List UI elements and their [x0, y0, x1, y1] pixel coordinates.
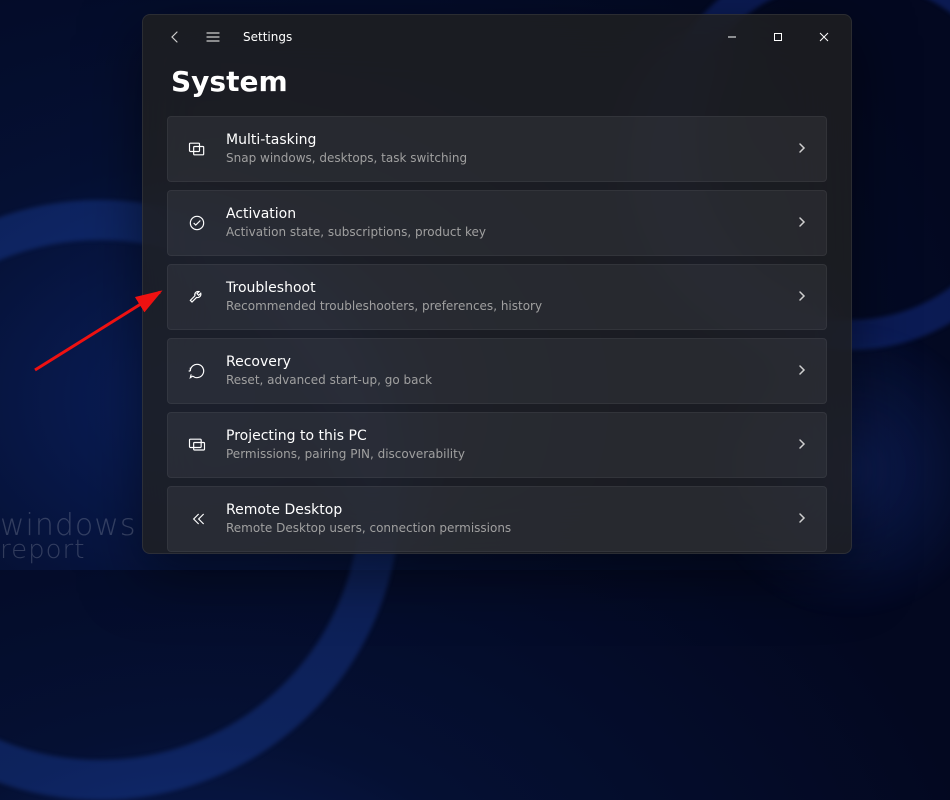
- close-button[interactable]: [801, 21, 847, 53]
- maximize-button[interactable]: [755, 21, 801, 53]
- item-desc: Activation state, subscriptions, product…: [226, 224, 796, 241]
- recovery-icon: [186, 360, 208, 382]
- chevron-right-icon: [796, 435, 808, 454]
- item-activation[interactable]: Activation Activation state, subscriptio…: [167, 190, 827, 256]
- minimize-button[interactable]: [709, 21, 755, 53]
- item-troubleshoot[interactable]: Troubleshoot Recommended troubleshooters…: [167, 264, 827, 330]
- item-desc: Recommended troubleshooters, preferences…: [226, 298, 796, 315]
- item-title: Multi-tasking: [226, 131, 796, 149]
- chevron-right-icon: [796, 287, 808, 306]
- multitasking-icon: [186, 138, 208, 160]
- chevron-right-icon: [796, 361, 808, 380]
- projecting-icon: [186, 434, 208, 456]
- app-title: Settings: [243, 30, 292, 44]
- settings-list: Multi-tasking Snap windows, desktops, ta…: [143, 116, 851, 554]
- item-desc: Snap windows, desktops, task switching: [226, 150, 796, 167]
- item-projecting[interactable]: Projecting to this PC Permissions, pairi…: [167, 412, 827, 478]
- chevron-right-icon: [796, 509, 808, 528]
- titlebar: Settings: [143, 15, 851, 59]
- item-title: Projecting to this PC: [226, 427, 796, 445]
- troubleshoot-icon: [186, 286, 208, 308]
- item-title: Activation: [226, 205, 796, 223]
- item-title: Recovery: [226, 353, 796, 371]
- watermark-line1: windows: [0, 512, 136, 539]
- remote-desktop-icon: [186, 508, 208, 530]
- watermark-line2: report: [0, 539, 136, 562]
- item-desc: Remote Desktop users, connection permiss…: [226, 520, 796, 537]
- item-remote-desktop[interactable]: Remote Desktop Remote Desktop users, con…: [167, 486, 827, 552]
- item-multi-tasking[interactable]: Multi-tasking Snap windows, desktops, ta…: [167, 116, 827, 182]
- chevron-right-icon: [796, 213, 808, 232]
- watermark: windows report: [0, 512, 136, 562]
- item-title: Remote Desktop: [226, 501, 796, 519]
- activation-icon: [186, 212, 208, 234]
- page-title: System: [143, 59, 851, 116]
- back-button[interactable]: [159, 21, 191, 53]
- menu-button[interactable]: [197, 21, 229, 53]
- item-desc: Permissions, pairing PIN, discoverabilit…: [226, 446, 796, 463]
- item-desc: Reset, advanced start-up, go back: [226, 372, 796, 389]
- item-recovery[interactable]: Recovery Reset, advanced start-up, go ba…: [167, 338, 827, 404]
- item-title: Troubleshoot: [226, 279, 796, 297]
- chevron-right-icon: [796, 139, 808, 158]
- settings-window: Settings System Multi-tasking Snap windo…: [142, 14, 852, 554]
